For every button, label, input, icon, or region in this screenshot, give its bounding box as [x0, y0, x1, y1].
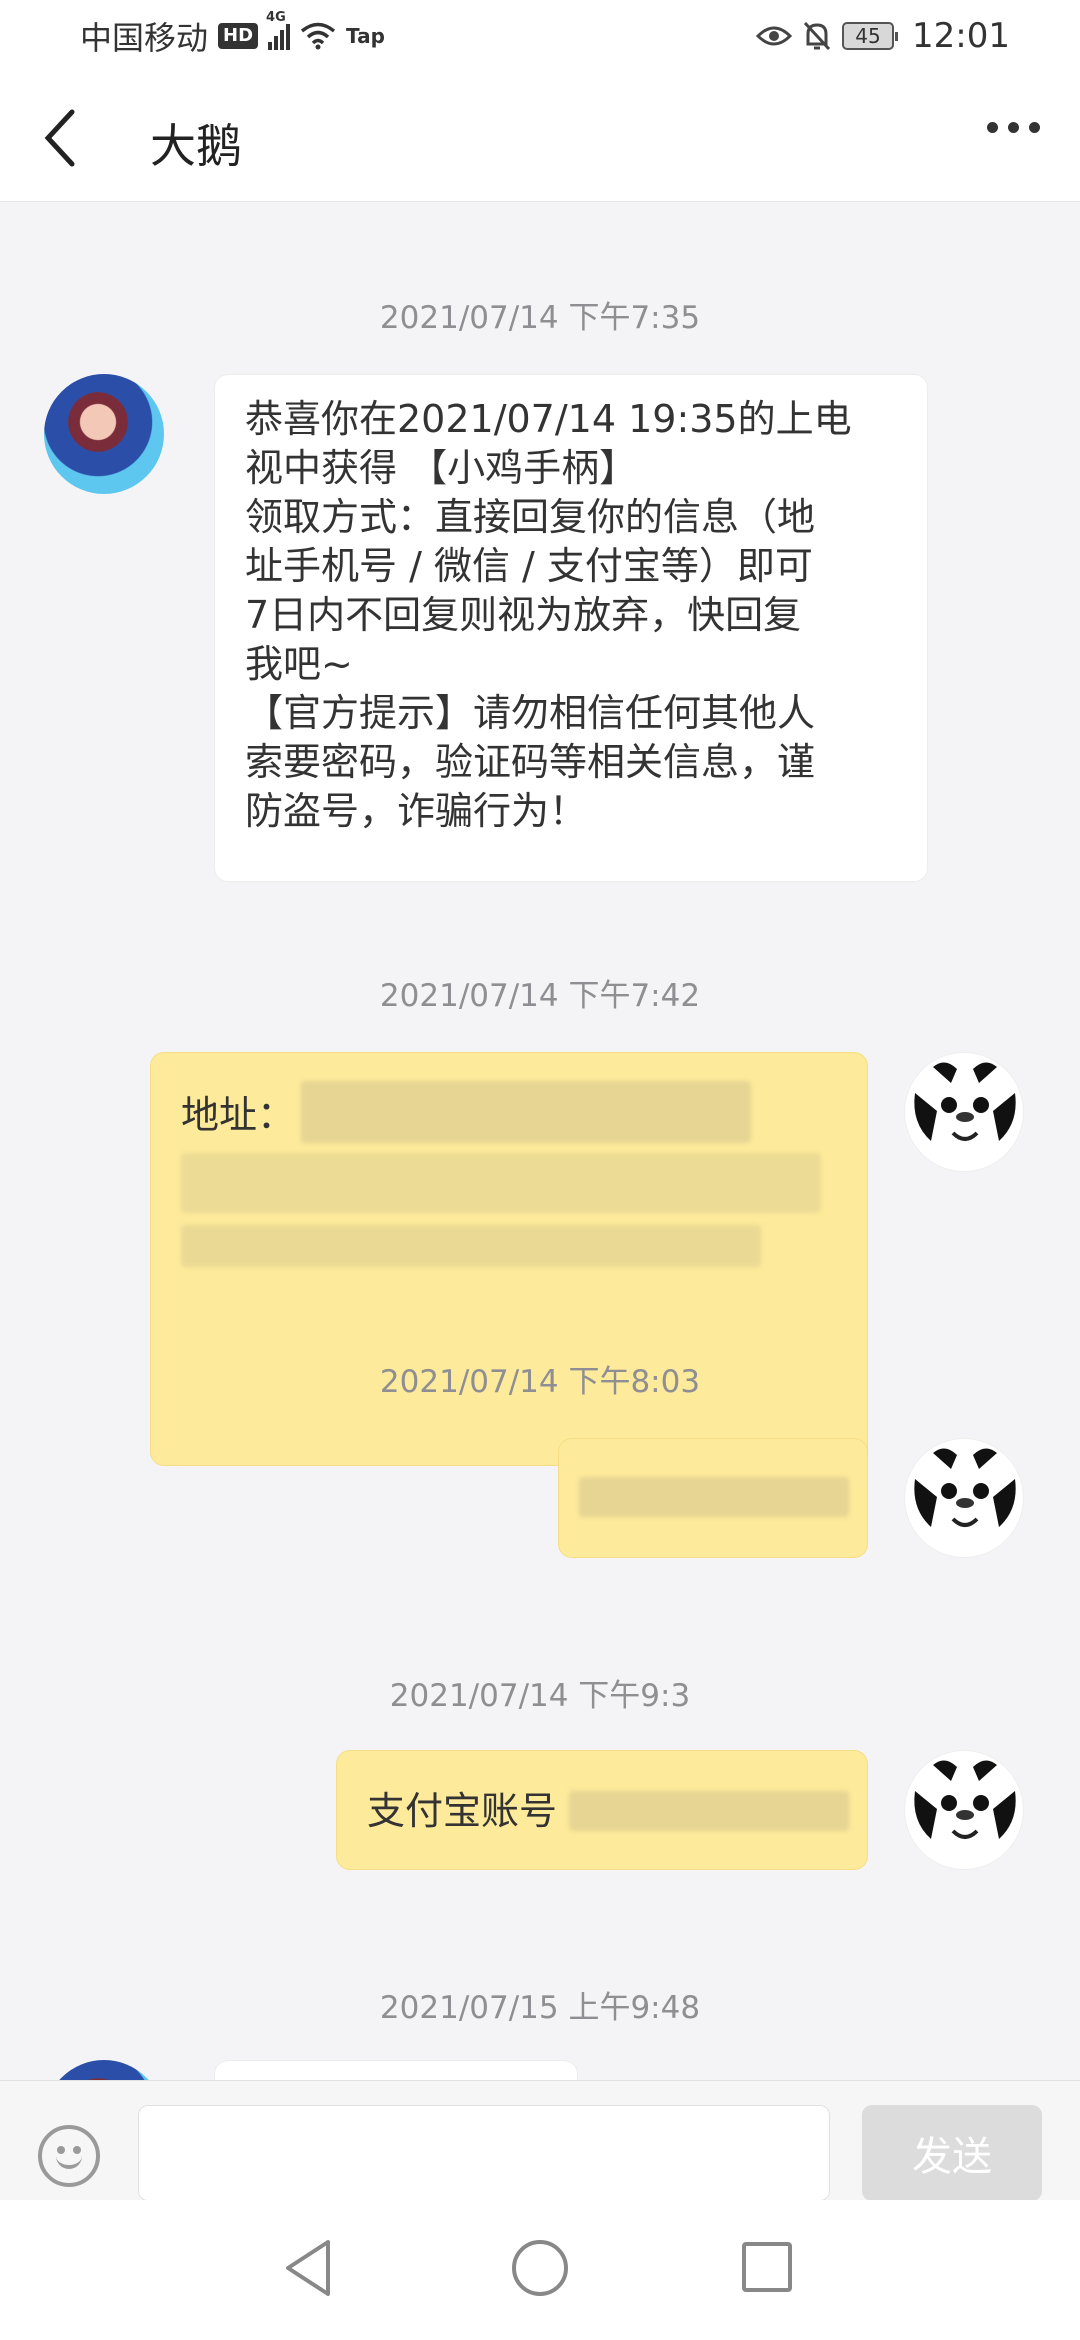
signal-icon: 4G [266, 10, 291, 50]
status-time: 12:01 [912, 16, 1010, 56]
message-line: 我吧~ [245, 642, 353, 686]
emoji-button[interactable] [38, 2125, 100, 2187]
message-timestamp: 2021/07/14 下午9:3 [389, 1678, 691, 1714]
redacted-block [301, 1081, 751, 1143]
nav-recent-button[interactable] [742, 2242, 792, 2292]
outgoing-message-bubble[interactable]: 支付宝账号 [336, 1750, 868, 1870]
incoming-message-bubble[interactable]: 恭喜你在2021/07/14 19:35的上电 视中获得 【小鸡手柄】 领取方式… [214, 374, 928, 882]
nav-home-button[interactable] [512, 2240, 568, 2296]
redacted-block [569, 1791, 849, 1831]
redacted-block [579, 1477, 849, 1517]
chevron-left-icon [44, 109, 75, 167]
page-title: 大鹅 [150, 119, 242, 173]
message-timestamp: 2021/07/14 下午8:03 [379, 1364, 701, 1400]
message-line: 恭喜你在2021/07/14 19:35的上电 [245, 397, 852, 441]
panda-meme-icon [914, 1760, 1016, 1857]
more-horizontal-icon [987, 122, 998, 133]
message-input[interactable] [138, 2105, 830, 2201]
message-line: 索要密码，验证码等相关信息，谨 [245, 740, 816, 784]
message-line: 防盗号，诈骗行为！ [245, 789, 588, 833]
contact-avatar[interactable] [44, 2060, 164, 2080]
message-timestamp: 2021/07/14 下午7:35 [379, 300, 701, 336]
message-line: 址手机号 / 微信 / 支付宝等）即可 [245, 544, 813, 588]
redacted-block [181, 1225, 761, 1267]
input-bar: 发送 [0, 2080, 1080, 2201]
eye-icon [756, 26, 793, 46]
message-timestamp: 2021/07/15 上午9:48 [379, 1990, 701, 2026]
message-text: 地址： [181, 1093, 296, 1137]
my-avatar[interactable] [904, 1052, 1024, 1172]
panda-meme-icon [914, 1448, 1016, 1545]
network-type-label: 4G [266, 10, 286, 25]
chat-area[interactable]: 2021/07/14 下午7:35 恭喜你在2021/07/14 19:35的上… [0, 202, 1080, 2080]
redacted-block [181, 1153, 821, 1213]
contact-avatar[interactable] [44, 374, 164, 494]
carrier-label: 中国移动 [80, 19, 209, 57]
message-timestamp: 2021/07/14 下午7:42 [379, 978, 701, 1014]
status-left: 中国移动 HD 4G Tap [80, 10, 385, 59]
hd-badge: HD [218, 23, 259, 49]
emoji-smile-icon [57, 2146, 65, 2154]
outgoing-message-bubble[interactable]: 地址： [150, 1052, 868, 1466]
message-line: 视中获得 【小鸡手柄】 [245, 446, 638, 490]
wifi-icon [300, 22, 336, 50]
chat-header: 大鹅 [0, 72, 1080, 202]
status-right: 45 12:01 [756, 16, 1010, 56]
bell-muted-icon [803, 21, 831, 51]
message-line: 7日内不回复则视为放弃，快回复 [245, 593, 802, 637]
system-nav-bar [0, 2200, 1080, 2340]
tap-label: Tap [346, 24, 385, 48]
more-button[interactable] [987, 122, 1040, 133]
message-line: 【官方提示】请勿相信任何其他人 [245, 691, 816, 735]
message-line: 领取方式：直接回复你的信息（地 [245, 495, 816, 539]
panda-meme-icon [914, 1062, 1016, 1159]
battery-icon: 45 [842, 22, 899, 50]
outgoing-message-bubble[interactable] [558, 1438, 868, 1558]
nav-back-button[interactable] [280, 2236, 336, 2304]
my-avatar[interactable] [904, 1750, 1024, 1870]
back-button[interactable] [38, 108, 88, 168]
send-button[interactable]: 发送 [862, 2105, 1042, 2201]
message-text: 支付宝账号 [367, 1789, 558, 1833]
status-bar: 中国移动 HD 4G Tap 45 12:01 [0, 0, 1080, 72]
my-avatar[interactable] [904, 1438, 1024, 1558]
incoming-message-bubble[interactable] [214, 2060, 578, 2080]
triangle-back-icon [286, 2240, 330, 2296]
